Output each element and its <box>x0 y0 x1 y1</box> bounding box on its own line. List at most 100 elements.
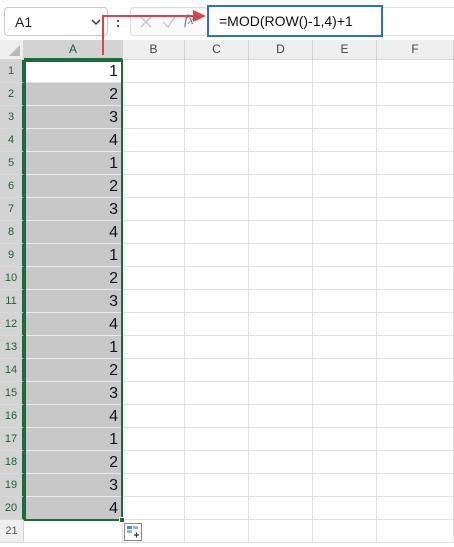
cell-e16[interactable] <box>313 405 377 428</box>
cell-e5[interactable] <box>313 152 377 175</box>
cell-d7[interactable] <box>249 198 313 221</box>
row-header[interactable]: 21 <box>0 520 24 543</box>
cell-a9[interactable]: 1 <box>24 244 123 267</box>
row-header[interactable]: 14 <box>0 359 24 382</box>
column-header-c[interactable]: C <box>185 40 249 60</box>
cell-a11[interactable]: 3 <box>24 290 123 313</box>
cell-a13[interactable]: 1 <box>24 336 123 359</box>
cell-f4[interactable] <box>377 129 454 152</box>
cell-d12[interactable] <box>249 313 313 336</box>
cell-d8[interactable] <box>249 221 313 244</box>
cell-d9[interactable] <box>249 244 313 267</box>
row-header[interactable]: 7 <box>0 198 24 221</box>
row-header[interactable]: 19 <box>0 474 24 497</box>
cell-c16[interactable] <box>185 405 249 428</box>
cell-b9[interactable] <box>123 244 185 267</box>
cell-e12[interactable] <box>313 313 377 336</box>
cell-b10[interactable] <box>123 267 185 290</box>
cell-e7[interactable] <box>313 198 377 221</box>
cell-f13[interactable] <box>377 336 454 359</box>
cell-d6[interactable] <box>249 175 313 198</box>
cell-a2[interactable]: 2 <box>24 83 123 106</box>
cell-f20[interactable] <box>377 497 454 520</box>
cell-e6[interactable] <box>313 175 377 198</box>
cell-b19[interactable] <box>123 474 185 497</box>
cell-c10[interactable] <box>185 267 249 290</box>
cell-f5[interactable] <box>377 152 454 175</box>
cell-c4[interactable] <box>185 129 249 152</box>
cell-e21[interactable] <box>313 520 377 543</box>
cell-a3[interactable]: 3 <box>24 106 123 129</box>
cell-e4[interactable] <box>313 129 377 152</box>
cell-b17[interactable] <box>123 428 185 451</box>
cell-e2[interactable] <box>313 83 377 106</box>
cell-d19[interactable] <box>249 474 313 497</box>
row-header[interactable]: 3 <box>0 106 24 129</box>
cell-c20[interactable] <box>185 497 249 520</box>
cell-a10[interactable]: 2 <box>24 267 123 290</box>
cell-c15[interactable] <box>185 382 249 405</box>
cell-d4[interactable] <box>249 129 313 152</box>
cell-a21[interactable] <box>24 520 123 543</box>
cell-e17[interactable] <box>313 428 377 451</box>
cell-f8[interactable] <box>377 221 454 244</box>
cell-f16[interactable] <box>377 405 454 428</box>
cell-e18[interactable] <box>313 451 377 474</box>
formula-input[interactable]: =MOD(ROW()-1,4)+1 <box>207 5 383 37</box>
cell-c3[interactable] <box>185 106 249 129</box>
cell-b12[interactable] <box>123 313 185 336</box>
cell-c11[interactable] <box>185 290 249 313</box>
cell-c2[interactable] <box>185 83 249 106</box>
cell-f17[interactable] <box>377 428 454 451</box>
cell-e13[interactable] <box>313 336 377 359</box>
cell-d1[interactable] <box>249 60 313 83</box>
cell-a14[interactable]: 2 <box>24 359 123 382</box>
cell-e15[interactable] <box>313 382 377 405</box>
cell-c1[interactable] <box>185 60 249 83</box>
cell-e3[interactable] <box>313 106 377 129</box>
cell-a5[interactable]: 1 <box>24 152 123 175</box>
cell-a20[interactable]: 4 <box>24 497 123 520</box>
row-header[interactable]: 8 <box>0 221 24 244</box>
row-header[interactable]: 2 <box>0 83 24 106</box>
cell-e8[interactable] <box>313 221 377 244</box>
row-header[interactable]: 10 <box>0 267 24 290</box>
cell-f21[interactable] <box>377 520 454 543</box>
cell-f2[interactable] <box>377 83 454 106</box>
cell-b11[interactable] <box>123 290 185 313</box>
cell-c13[interactable] <box>185 336 249 359</box>
cell-a7[interactable]: 3 <box>24 198 123 221</box>
cell-b18[interactable] <box>123 451 185 474</box>
row-header[interactable]: 13 <box>0 336 24 359</box>
column-header-e[interactable]: E <box>313 40 377 60</box>
formula-input-extension[interactable] <box>383 7 454 36</box>
cell-c7[interactable] <box>185 198 249 221</box>
cell-f1[interactable] <box>377 60 454 83</box>
cell-a4[interactable]: 4 <box>24 129 123 152</box>
cell-c6[interactable] <box>185 175 249 198</box>
cell-f18[interactable] <box>377 451 454 474</box>
cell-d18[interactable] <box>249 451 313 474</box>
cell-b2[interactable] <box>123 83 185 106</box>
cell-d15[interactable] <box>249 382 313 405</box>
cell-c21[interactable] <box>185 520 249 543</box>
cell-d14[interactable] <box>249 359 313 382</box>
chevron-down-icon[interactable] <box>89 15 103 29</box>
row-header[interactable]: 4 <box>0 129 24 152</box>
more-options-icon[interactable] <box>116 13 120 29</box>
cell-f11[interactable] <box>377 290 454 313</box>
cell-e14[interactable] <box>313 359 377 382</box>
cell-f6[interactable] <box>377 175 454 198</box>
cell-b3[interactable] <box>123 106 185 129</box>
cell-a18[interactable]: 2 <box>24 451 123 474</box>
cell-c8[interactable] <box>185 221 249 244</box>
row-header[interactable]: 11 <box>0 290 24 313</box>
row-header[interactable]: 5 <box>0 152 24 175</box>
column-header-d[interactable]: D <box>249 40 313 60</box>
cell-f15[interactable] <box>377 382 454 405</box>
cell-e19[interactable] <box>313 474 377 497</box>
cell-c12[interactable] <box>185 313 249 336</box>
cell-f3[interactable] <box>377 106 454 129</box>
row-header[interactable]: 15 <box>0 382 24 405</box>
select-all-corner[interactable] <box>0 40 24 60</box>
